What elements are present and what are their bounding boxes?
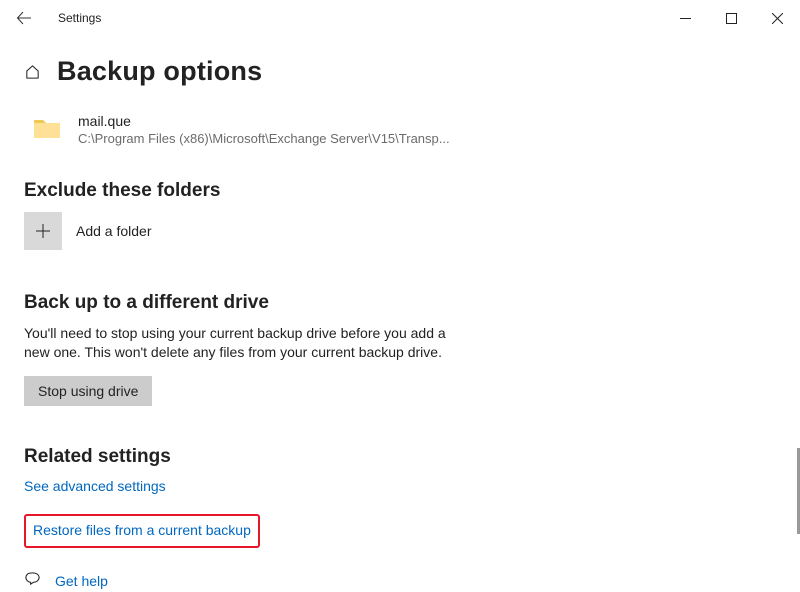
window-controls <box>662 2 800 34</box>
stop-using-drive-button[interactable]: Stop using drive <box>24 376 152 406</box>
minimize-icon <box>680 13 691 24</box>
titlebar: Settings <box>0 0 800 36</box>
maximize-icon <box>726 13 737 24</box>
help-icon <box>24 570 41 592</box>
different-drive-heading: Back up to a different drive <box>24 292 774 314</box>
add-folder-button[interactable] <box>24 212 62 250</box>
app-title: Settings <box>58 11 101 25</box>
close-button[interactable] <box>754 2 800 34</box>
restore-highlight-box: Restore files from a current backup <box>24 514 260 548</box>
maximize-button[interactable] <box>708 2 754 34</box>
restore-files-link[interactable]: Restore files from a current backup <box>33 522 251 538</box>
arrow-left-icon <box>16 10 32 26</box>
related-links: See advanced settings <box>24 478 774 496</box>
add-folder-row: Add a folder <box>24 212 774 250</box>
folder-details: mail.que C:\Program Files (x86)\Microsof… <box>78 113 450 146</box>
folder-item[interactable]: mail.que C:\Program Files (x86)\Microsof… <box>24 113 774 146</box>
folder-name: mail.que <box>78 113 450 129</box>
folder-path: C:\Program Files (x86)\Microsoft\Exchang… <box>78 131 450 146</box>
content-area: Backup options mail.que C:\Program Files… <box>0 56 800 586</box>
close-icon <box>772 13 783 24</box>
minimize-button[interactable] <box>662 2 708 34</box>
page-title: Backup options <box>57 56 262 87</box>
related-settings-heading: Related settings <box>24 446 774 468</box>
home-icon[interactable] <box>24 63 41 85</box>
advanced-settings-link[interactable]: See advanced settings <box>24 478 166 494</box>
back-button[interactable] <box>8 2 40 34</box>
folder-icon <box>32 113 62 143</box>
get-help-link[interactable]: Get help <box>55 573 108 589</box>
add-folder-label: Add a folder <box>76 223 152 239</box>
exclude-heading: Exclude these folders <box>24 180 774 202</box>
help-row: Get help <box>24 570 774 592</box>
page-header: Backup options <box>24 56 774 87</box>
plus-icon <box>34 222 52 240</box>
different-drive-description: You'll need to stop using your current b… <box>24 324 464 362</box>
